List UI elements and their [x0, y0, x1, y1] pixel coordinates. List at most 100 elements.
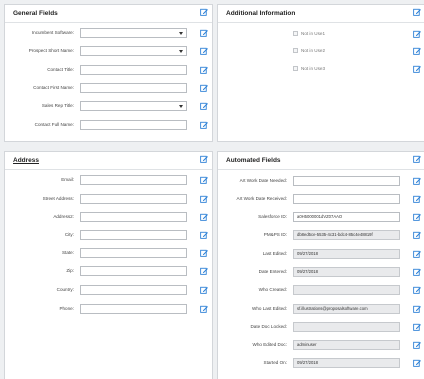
automated-field-edit-icon[interactable] — [413, 213, 421, 221]
address-field-label: Email: — [61, 177, 74, 182]
additional-field-edit-icon[interactable] — [413, 30, 421, 38]
automated-edit-icon[interactable] — [413, 155, 421, 163]
general-field-edit-icon[interactable] — [200, 102, 208, 110]
address-field-edit-icon[interactable] — [200, 176, 208, 184]
automated-field-input: 09/27/2018 — [293, 358, 400, 368]
automated-field-label: Art Work Date Needed: — [239, 178, 287, 183]
chevron-down-icon — [179, 31, 183, 35]
address-field-label: City: — [64, 232, 74, 237]
general-field-edit-icon[interactable] — [200, 66, 208, 74]
general-field-edit-icon[interactable] — [200, 47, 208, 55]
general-field-select[interactable] — [80, 101, 187, 111]
automated-field-input: sf.illustrations@proposalsoftware.com — [293, 304, 400, 314]
general-field-input[interactable] — [80, 83, 187, 93]
automated-field-edit-icon[interactable] — [413, 341, 421, 349]
general-field-select[interactable] — [80, 28, 187, 38]
automated-field-input: db8ed5ce-5535-4c31-bdc4-85c4e48819f — [293, 230, 400, 240]
address-field-input[interactable] — [80, 285, 187, 295]
general-field-label: Sales Rep Title: — [41, 103, 74, 108]
automated-field-edit-icon[interactable] — [413, 268, 421, 276]
address-edit-icon[interactable] — [200, 155, 208, 163]
general-field-label: Contact Full Name: — [34, 122, 74, 127]
chevron-down-icon — [179, 49, 183, 53]
automated-field-label: Who Created: — [258, 287, 287, 292]
general-field-edit-icon[interactable] — [200, 121, 208, 129]
automated-field-label: Started On: — [263, 360, 288, 365]
automated-field-edit-icon[interactable] — [413, 286, 421, 294]
address-field-label: State: — [61, 250, 74, 255]
not-in-use-label: Not in Use3 — [301, 65, 326, 71]
address-field-label: Phone: — [59, 306, 74, 311]
address-field-edit-icon[interactable] — [200, 267, 208, 275]
general-field-label: Contact Title: — [47, 67, 74, 72]
general-field-input[interactable] — [80, 120, 187, 130]
address-field-input[interactable] — [80, 248, 187, 258]
automated-field-input[interactable]: a0H5000001dVZ07AAO — [293, 212, 400, 222]
automated-field-input — [293, 322, 400, 332]
address-field-edit-icon[interactable] — [200, 195, 208, 203]
address-panel: Address — [4, 151, 213, 379]
address-field-edit-icon[interactable] — [200, 305, 208, 313]
general-field-input[interactable] — [80, 65, 187, 75]
not-in-use-checkbox[interactable] — [293, 66, 298, 71]
address-field-label: Zip: — [66, 268, 74, 273]
general-fields-title: General Fields — [13, 10, 58, 17]
general-field-label: Contact First Name: — [33, 85, 74, 90]
address-field-edit-icon[interactable] — [200, 213, 208, 221]
automated-fields-header: Automated Fields — [218, 152, 424, 170]
automated-field-label: Who Last Edited: — [252, 306, 287, 311]
automated-field-input: 09/27/2018 — [293, 249, 400, 259]
address-field-input[interactable] — [80, 266, 187, 276]
not-in-use-label: Not in Use1 — [301, 30, 326, 36]
additional-field-edit-icon[interactable] — [413, 65, 421, 73]
general-edit-icon[interactable] — [200, 8, 208, 16]
automated-field-label: PM&PS ID: — [263, 232, 287, 237]
address-field-input[interactable] — [80, 304, 187, 314]
automated-field-label: Date Entered: — [258, 269, 287, 274]
automated-field-edit-icon[interactable] — [413, 195, 421, 203]
address-field-edit-icon[interactable] — [200, 249, 208, 257]
automated-field-input: 09/27/2018 — [293, 267, 400, 277]
address-field-label: Country: — [56, 287, 74, 292]
automated-field-input: adminuser — [293, 340, 400, 350]
automated-field-edit-icon[interactable] — [413, 359, 421, 367]
automated-field-label: Last Edited: — [262, 251, 287, 256]
additional-info-title: Additional Information — [226, 10, 296, 17]
general-field-label: Incumbent Software: — [31, 30, 74, 35]
automated-fields-title: Automated Fields — [226, 157, 281, 164]
automated-field-input[interactable] — [293, 194, 400, 204]
address-header: Address — [5, 152, 212, 170]
automated-field-edit-icon[interactable] — [413, 323, 421, 331]
address-field-label: Street Address: — [42, 196, 74, 201]
address-field-edit-icon[interactable] — [200, 231, 208, 239]
automated-field-edit-icon[interactable] — [413, 177, 421, 185]
address-field-input[interactable] — [80, 212, 187, 222]
automated-field-input[interactable] — [293, 176, 400, 186]
additional-info-panel: Additional Information — [217, 4, 424, 142]
automated-field-label: Who Edited Doc: — [252, 342, 287, 347]
automated-field-input — [293, 285, 400, 295]
general-fields-header: General Fields — [5, 5, 212, 23]
address-title: Address — [13, 157, 40, 164]
address-field-input[interactable] — [80, 175, 187, 185]
automated-field-label: Art Work Date Received: — [236, 196, 287, 201]
general-field-label: Prospect Short Name: — [28, 48, 74, 53]
address-field-edit-icon[interactable] — [200, 286, 208, 294]
additional-info-header: Additional Information — [218, 5, 424, 23]
general-field-select[interactable] — [80, 46, 187, 56]
automated-field-edit-icon[interactable] — [413, 250, 421, 258]
additional-field-edit-icon[interactable] — [413, 47, 421, 55]
additional-edit-icon[interactable] — [413, 8, 421, 16]
not-in-use-checkbox[interactable] — [293, 48, 298, 53]
chevron-down-icon — [179, 104, 183, 108]
address-field-label: Address2: — [53, 214, 74, 219]
general-field-edit-icon[interactable] — [200, 29, 208, 37]
general-field-edit-icon[interactable] — [200, 84, 208, 92]
automated-field-edit-icon[interactable] — [413, 231, 421, 239]
automated-field-label: Salesforce ID: — [258, 214, 287, 219]
not-in-use-checkbox[interactable] — [293, 31, 298, 36]
automated-field-edit-icon[interactable] — [413, 305, 421, 313]
automated-field-label: Date Doc Locked: — [250, 324, 287, 329]
address-field-input[interactable] — [80, 230, 187, 240]
address-field-input[interactable] — [80, 194, 187, 204]
